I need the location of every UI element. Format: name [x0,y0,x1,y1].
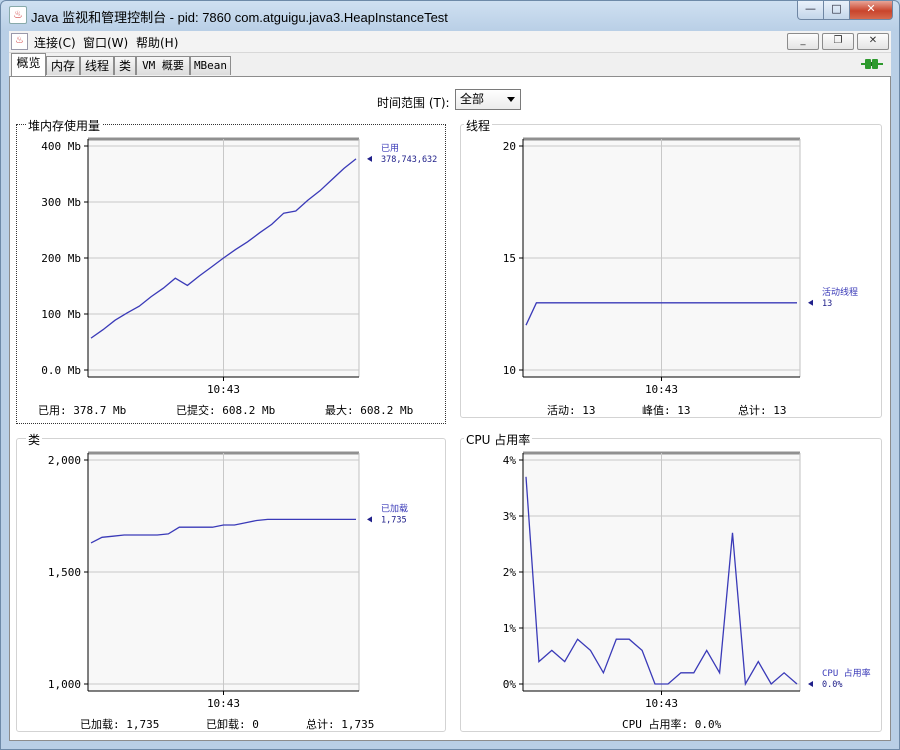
classes-panel[interactable]: 类 1,000 1,500 2,000 10:43 已加载 1,735 已加载: 1,73… [16,431,446,732]
series-name: 已加载 [381,502,408,514]
series-name: 已用 [381,143,399,154]
series-name: 活动线程 [822,286,858,298]
heap-summary-committed: 已提交: 608.2 Mb [176,404,276,417]
series-marker [808,681,813,687]
y-tick-label: 200 Mb [41,252,81,265]
series-current-value: 0.0% [822,680,842,690]
tab-mbean[interactable]: MBean [190,56,231,75]
internal-restore-button[interactable]: ❐ [822,33,854,50]
y-tick-label: 1% [503,622,517,635]
chevron-down-icon [507,97,515,102]
internal-frame-controls: _ ❐ ✕ [787,33,889,50]
tab-classes[interactable]: 类 [114,56,136,75]
y-tick-label: 20 [503,140,516,153]
internal-close-button[interactable]: ✕ [857,33,889,50]
maximize-button[interactable]: □ [824,1,850,20]
threads-chart: 10 15 20 10:43 活动线程13 [503,137,858,396]
cpu-summary-usage: CPU 占用率: 0.0% [622,718,722,731]
close-button[interactable]: ✕ [850,1,893,20]
overview-content: 时间范围 (T): 全部 堆内存使用量 0.0 Mb 100 Mb 200 Mb 30… [9,76,891,741]
app-window: ♨ Java 监视和管理控制台 - pid: 7860 com.atguigu.… [0,0,900,750]
window-controls: — □ ✕ [797,1,893,20]
tab-threads[interactable]: 线程 [80,56,114,75]
classes-summary-total: 总计: 1,735 [306,718,375,731]
java-icon: ♨ [11,33,28,50]
heap-summary-used: 已用: 378.7 Mb [38,404,127,417]
series-current-value: 1,735 [381,515,407,525]
tab-vm-summary[interactable]: VM 概要 [136,56,190,75]
cpu-usage-panel[interactable]: CPU 占用率 0% 1% 2% 3% 4% 10:43 CPU 占用率 0.0% CPU 占… [460,431,882,732]
classes-summary-unloaded: 已卸载: 0 [206,718,259,731]
internal-minimize-button[interactable]: _ [787,33,819,50]
threads-panel[interactable]: 线程 10 15 20 10:43 活动线程 13 活动: 13 峰值: 13 总计: 1… [460,117,882,418]
y-tick-label: 0% [503,678,517,691]
series-current-value: 378,743,632 [381,155,437,165]
y-tick-label: 10 [503,364,516,377]
y-tick-label: 400 Mb [41,140,81,153]
window-title: Java 监视和管理控制台 - pid: 7860 com.atguigu.ja… [31,10,448,25]
threads-summary-total: 总计: 13 [738,404,787,417]
y-tick-label: 2,000 [48,454,81,467]
menu-help[interactable]: 帮助(H) [136,34,178,51]
menu-bar: ♨ 连接(C) 窗口(W) 帮助(H) _ ❐ ✕ [9,31,891,53]
y-tick-label: 4% [503,454,517,467]
heap-summary-max: 最大: 608.2 Mb [325,404,414,417]
x-tick-label: 10:43 [207,697,240,710]
y-tick-label: 3% [503,510,517,523]
threads-summary-peak: 峰值: 13 [642,404,691,417]
classes-chart: 1,000 1,500 2,000 10:43 已加载1,735 [48,451,408,710]
series-marker [808,299,813,306]
connected-plug-icon[interactable] [861,57,883,71]
tab-memory[interactable]: 内存 [46,56,80,75]
minimize-button[interactable]: — [797,1,824,20]
tab-overview[interactable]: 概览 [11,53,46,76]
cpu-usage-chart: 0% 1% 2% 3% 4% 10:43 CPU 占用率0.0% [503,451,871,710]
y-tick-label: 2% [503,566,517,579]
menu-window[interactable]: 窗口(W) [83,34,128,51]
y-tick-label: 300 Mb [41,196,81,209]
time-range-value: 全部 [460,92,485,106]
classes-summary-loaded: 已加载: 1,735 [80,718,160,731]
time-range-label: 时间范围 (T): [377,96,450,110]
java-icon: ♨ [9,6,27,24]
series-name: CPU 占用率 [822,667,871,679]
heap-memory-panel[interactable]: 堆内存使用量 0.0 Mb 100 Mb 200 Mb 300 Mb 400 Mb 10:… [16,117,446,424]
series-marker [367,155,372,162]
y-tick-label: 1,500 [48,566,81,579]
y-tick-label: 100 Mb [41,308,81,321]
x-tick-label: 10:43 [645,697,678,710]
heap-memory-chart: 0.0 Mb 100 Mb 200 Mb 300 Mb 400 Mb 10:43 已用378… [41,137,437,396]
title-bar[interactable]: ♨ Java 监视和管理控制台 - pid: 7860 com.atguigu.… [1,1,899,29]
menu-connection[interactable]: 连接(C) [34,34,76,51]
time-range-dropdown[interactable]: 全部 [455,89,521,110]
series-current-value: 13 [822,299,832,309]
y-tick-label: 1,000 [48,678,81,691]
series-marker [367,516,372,523]
y-tick-label: 0.0 Mb [41,364,81,377]
x-tick-label: 10:43 [207,383,240,396]
tab-bar: 概览 内存 线程 类 VM 概要 MBean [9,53,891,76]
threads-summary-live: 活动: 13 [547,404,596,417]
x-tick-label: 10:43 [645,383,678,396]
y-tick-label: 15 [503,252,516,265]
